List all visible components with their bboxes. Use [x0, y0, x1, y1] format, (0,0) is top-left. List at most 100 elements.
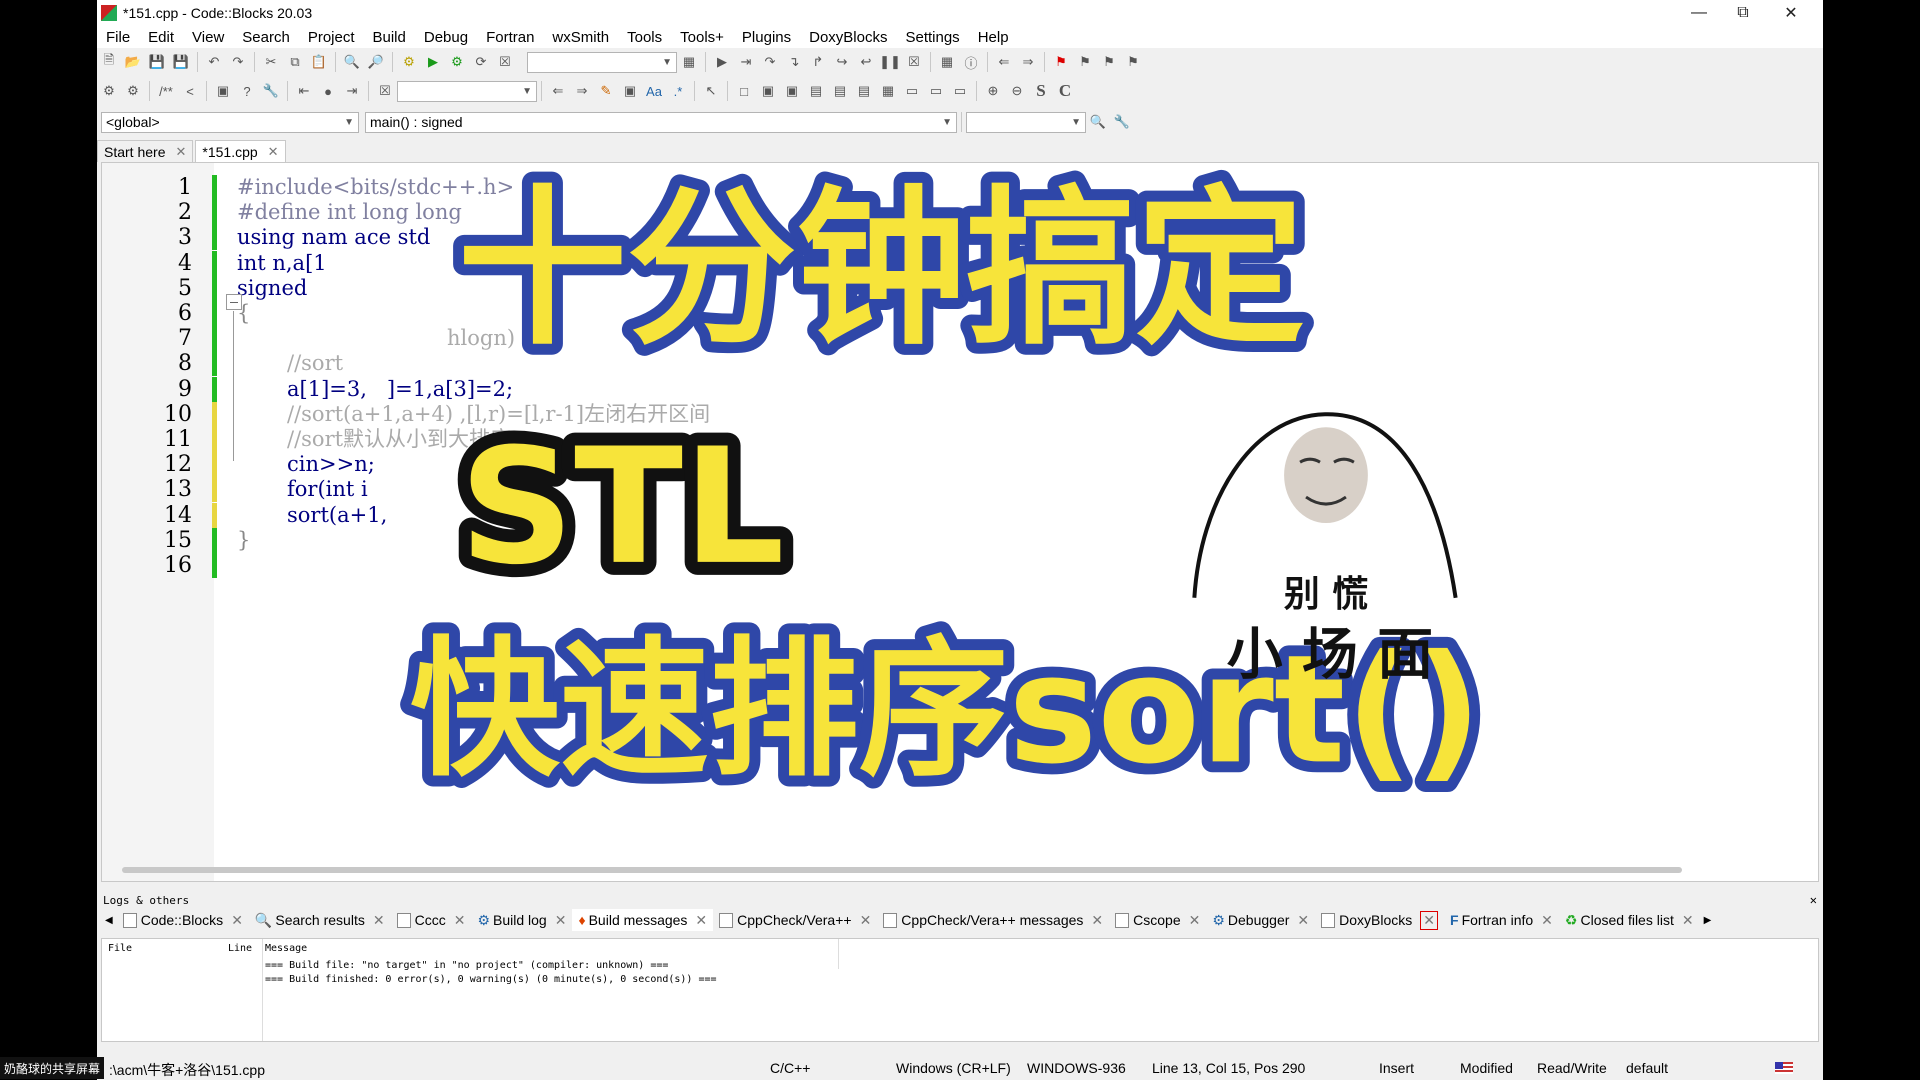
menu-debug[interactable]: Debug: [415, 29, 477, 46]
function-combo[interactable]: main() : signed ▼: [365, 111, 957, 133]
code-line[interactable]: a[1]=3, ]=1,a[3]=2;: [287, 377, 513, 402]
new-file-icon[interactable]: 🗎: [99, 52, 119, 72]
code-line[interactable]: int n,a[1: [237, 251, 327, 276]
code-line[interactable]: #include<bits/stdc++.h>: [237, 175, 514, 200]
bookmark-prev-icon[interactable]: ⚑: [1075, 52, 1095, 72]
fold-marker-icon[interactable]: [226, 294, 242, 310]
next-line-icon[interactable]: ↷: [760, 52, 780, 72]
textctrl-widget-icon[interactable]: ▤: [854, 81, 874, 101]
debug-run-icon[interactable]: ▶: [712, 52, 732, 72]
log-message-row[interactable]: === Build finished: 0 error(s), 0 warnin…: [265, 974, 717, 985]
panel2-widget-icon[interactable]: ▭: [926, 81, 946, 101]
code-line[interactable]: hlogn): [447, 326, 515, 351]
build-gear-icon[interactable]: ⚙: [399, 52, 419, 72]
redo-icon[interactable]: ↷: [228, 52, 248, 72]
cut-icon[interactable]: ✂: [261, 52, 281, 72]
save-icon[interactable]: 💾: [147, 52, 167, 72]
menu-plugins[interactable]: Plugins: [733, 29, 800, 46]
dot-icon[interactable]: ●: [318, 81, 338, 101]
zoom-out-icon[interactable]: ⊖: [1007, 81, 1027, 101]
code-line[interactable]: }: [237, 528, 250, 553]
log-tab-cppcheck-messages[interactable]: CppCheck/Vera++ messages ✕: [877, 909, 1109, 931]
menu-file[interactable]: File: [97, 29, 139, 46]
listbox-widget-icon[interactable]: ▤: [806, 81, 826, 101]
bookmark-next-icon[interactable]: ⚑: [1099, 52, 1119, 72]
menu-help[interactable]: Help: [969, 29, 1018, 46]
code-line[interactable]: sort(a+1,: [287, 503, 387, 528]
column-message[interactable]: Message: [265, 943, 307, 954]
step-into-icon[interactable]: ↴: [784, 52, 804, 72]
doxywizard-icon[interactable]: ⚙: [123, 81, 143, 101]
column-line[interactable]: Line: [228, 943, 252, 954]
pause-icon[interactable]: ❚❚: [879, 52, 901, 72]
target-options-icon[interactable]: ▦: [679, 52, 699, 72]
build-and-run-icon[interactable]: ⚙: [447, 52, 467, 72]
panel3-widget-icon[interactable]: ▭: [950, 81, 970, 101]
code-line[interactable]: //sort默认从小到大排序: [287, 427, 511, 452]
cc-search-icon[interactable]: 🔍: [1088, 112, 1108, 132]
radio-widget-icon[interactable]: ▣: [782, 81, 802, 101]
code-line[interactable]: //sort(a+1,a+4) ,[l,r)=[l,r-1]左闭右开区间: [287, 402, 710, 427]
zoom-in-icon[interactable]: ⊕: [983, 81, 1003, 101]
code-line[interactable]: signed: [237, 276, 307, 301]
checkbox-widget-icon[interactable]: ▣: [758, 81, 778, 101]
menu-tools[interactable]: Tools: [618, 29, 671, 46]
log-tab-build-messages[interactable]: ♦ Build messages ✕: [572, 909, 714, 931]
log-tab-cccc[interactable]: Cccc ✕: [391, 909, 472, 931]
step-into-instruction-icon[interactable]: ↩: [856, 52, 876, 72]
tab-151-cpp[interactable]: *151.cpp ✕: [195, 140, 286, 162]
help-icon[interactable]: ?: [237, 81, 257, 101]
search-forward-icon[interactable]: ⇒: [572, 81, 592, 101]
log-tab-cppcheck[interactable]: CppCheck/Vera++ ✕: [713, 909, 877, 931]
code-line[interactable]: #define int long long: [237, 200, 462, 225]
run-to-cursor-icon[interactable]: ⇥: [736, 52, 756, 72]
debug-info-icon[interactable]: ⓘ: [961, 52, 981, 72]
log-tab-fortran-info[interactable]: F Fortran info ✕: [1444, 909, 1559, 931]
code-line[interactable]: //sort: [287, 351, 343, 376]
abort-icon[interactable]: ☒: [495, 52, 515, 72]
next-instruction-icon[interactable]: ↪: [832, 52, 852, 72]
restore-button[interactable]: ⧉: [1717, 0, 1769, 26]
pointer-icon[interactable]: ↖: [701, 81, 721, 101]
log-tab-doxyblocks[interactable]: DoxyBlocks ✕: [1315, 909, 1444, 931]
clear-search-icon[interactable]: ☒: [375, 81, 395, 101]
log-tab-debugger[interactable]: ⚙ Debugger ✕: [1206, 909, 1315, 931]
menu-view[interactable]: View: [183, 29, 233, 46]
doxyblocks-icon[interactable]: ⚙: [99, 81, 119, 101]
log-tab-codeblocks[interactable]: Code::Blocks ✕: [117, 909, 249, 931]
undo-icon[interactable]: ↶: [204, 52, 224, 72]
build-messages-table[interactable]: File Line Message === Build file: "no ta…: [101, 938, 1819, 1042]
jump-forward-icon[interactable]: ⇒: [1018, 52, 1038, 72]
scope-combo[interactable]: <global> ▼: [101, 111, 359, 133]
combobox-widget-icon[interactable]: ▤: [830, 81, 850, 101]
logs-scroll-right-icon[interactable]: ▶: [1704, 915, 1712, 926]
logs-scroll-left-icon[interactable]: ◀: [105, 915, 113, 926]
highlight-icon[interactable]: ✎: [596, 81, 616, 101]
bookmark-toggle-icon[interactable]: ⚑: [1051, 52, 1071, 72]
log-tab-closed-files[interactable]: ♻ Closed files list ✕: [1559, 909, 1700, 931]
open-file-icon[interactable]: 📂: [123, 52, 143, 72]
menu-doxyblocks[interactable]: DoxyBlocks: [800, 29, 896, 46]
next-icon[interactable]: ⇥: [342, 81, 362, 101]
log-tab-build-log[interactable]: ⚙ Build log ✕: [471, 909, 572, 931]
extra-combo[interactable]: ▼: [966, 111, 1086, 133]
menu-edit[interactable]: Edit: [139, 29, 183, 46]
code-editor[interactable]: 1 #include<bits/stdc++.h> 2 #define int lon…: [101, 162, 1819, 882]
menu-search[interactable]: Search: [233, 29, 299, 46]
extract-icon[interactable]: ▣: [213, 81, 233, 101]
close-tab-icon[interactable]: ✕: [175, 144, 186, 160]
selected-text-icon[interactable]: ▣: [620, 81, 640, 101]
tools-wrench-icon[interactable]: 🔧: [261, 81, 281, 101]
menu-wxsmith[interactable]: wxSmith: [543, 29, 618, 46]
log-tab-search-results[interactable]: 🔍 Search results ✕: [249, 909, 391, 931]
block-comment-icon[interactable]: /**: [156, 81, 176, 101]
save-all-icon[interactable]: 💾: [171, 52, 191, 72]
code-line[interactable]: for(int i: [287, 477, 368, 502]
close-window-button[interactable]: ✕: [1765, 0, 1817, 26]
match-case-icon[interactable]: Aa: [644, 81, 664, 101]
s-icon[interactable]: S: [1031, 81, 1051, 101]
rebuild-icon[interactable]: ⟳: [471, 52, 491, 72]
stop-debug-icon[interactable]: ☒: [904, 52, 924, 72]
debug-windows-icon[interactable]: ▦: [937, 52, 957, 72]
horizontal-scrollbar[interactable]: [122, 867, 1682, 873]
